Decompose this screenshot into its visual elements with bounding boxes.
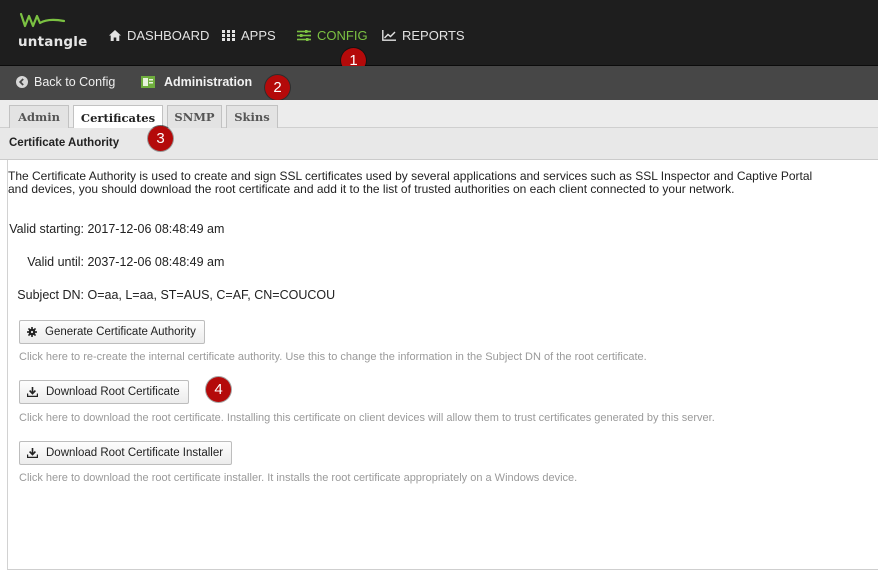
intro-text: The Certificate Authority is used to cre… (8, 170, 878, 196)
breadcrumb-administration: Administration (164, 75, 253, 89)
callout-marker-3-overlay: 3 (148, 126, 173, 151)
panel-header: Certificate Authority (0, 128, 878, 160)
sliders-icon (297, 29, 311, 41)
tab-certificates[interactable]: Certificates (73, 105, 163, 129)
download-root-help-text: Click here to download the root certific… (19, 412, 715, 424)
back-to-config-link[interactable]: Back to Config (16, 75, 115, 89)
administration-icon (140, 74, 156, 90)
download-icon (27, 387, 38, 397)
line-chart-icon (382, 29, 396, 41)
valid-starting-label: Valid starting: (9, 222, 84, 236)
generate-certificate-authority-button[interactable]: Generate Certificate Authority (19, 320, 205, 344)
tab-admin[interactable]: Admin (9, 105, 69, 128)
subject-dn-value: O=aa, L=aa, ST=AUS, C=AF, CN=COUCOU (87, 288, 336, 302)
brand-name: untangle (18, 34, 88, 50)
nav-apps[interactable]: APPS (222, 25, 276, 45)
grid-icon (222, 29, 235, 41)
back-to-config-label: Back to Config (34, 75, 116, 89)
nav-dashboard-label: DASHBOARD (127, 27, 210, 43)
tab-strip: Admin Certificates SNMP Skins (0, 100, 878, 129)
tab-snmp[interactable]: SNMP (167, 105, 222, 128)
nav-reports[interactable]: REPORTS (382, 25, 465, 45)
subject-dn-label: Subject DN: (17, 288, 84, 302)
download-installer-help-text: Click here to download the root certific… (19, 472, 578, 484)
top-nav-bar: untangle DASHBOARD APPS CONFIG REPORTS 1 (0, 0, 878, 73)
tab-skins[interactable]: Skins (226, 105, 278, 128)
untangle-logo[interactable]: untangle (18, 10, 96, 60)
callout-marker-4: 4 (206, 377, 231, 402)
valid-starting-value: 2017-12-06 08:48:49 am (87, 222, 225, 236)
valid-until-label: Valid until: (27, 255, 84, 269)
download-root-certificate-installer-label: Download Root Certificate Installer (46, 447, 224, 459)
intro-line-2: and devices, you should download the roo… (8, 182, 735, 196)
valid-until-value: 2037-12-06 08:48:49 am (87, 255, 225, 269)
breadcrumb-bar: Back to Config Administration 2 (0, 66, 878, 100)
nav-dashboard[interactable]: DASHBOARD (109, 25, 209, 45)
nav-config-label: CONFIG (317, 27, 368, 43)
certificate-authority-panel: The Certificate Authority is used to cre… (7, 160, 878, 570)
download-icon (27, 448, 38, 458)
download-root-certificate-label: Download Root Certificate (46, 386, 180, 398)
nav-config[interactable]: CONFIG (297, 25, 368, 45)
panel-title: Certificate Authority (9, 137, 120, 149)
logo-wave-icon (19, 12, 66, 28)
breadcrumb-current: Administration (140, 74, 252, 90)
callout-marker-2: 2 (265, 75, 290, 100)
generate-help-text: Click here to re-create the internal cer… (19, 351, 647, 363)
subject-dn-row: Subject DN: O=aa, L=aa, ST=AUS, C=AF, CN… (8, 288, 336, 302)
home-icon (109, 29, 121, 41)
gear-icon (27, 327, 37, 337)
nav-apps-label: APPS (241, 27, 276, 43)
valid-until-row: Valid until: 2037-12-06 08:48:49 am (8, 255, 225, 269)
download-root-certificate-installer-button[interactable]: Download Root Certificate Installer (19, 441, 233, 465)
valid-starting-row: Valid starting: 2017-12-06 08:48:49 am (8, 222, 225, 236)
download-root-certificate-button[interactable]: Download Root Certificate (19, 380, 189, 404)
nav-reports-label: REPORTS (402, 27, 465, 43)
arrow-left-circle-icon (16, 76, 28, 88)
generate-certificate-authority-label: Generate Certificate Authority (45, 326, 196, 338)
